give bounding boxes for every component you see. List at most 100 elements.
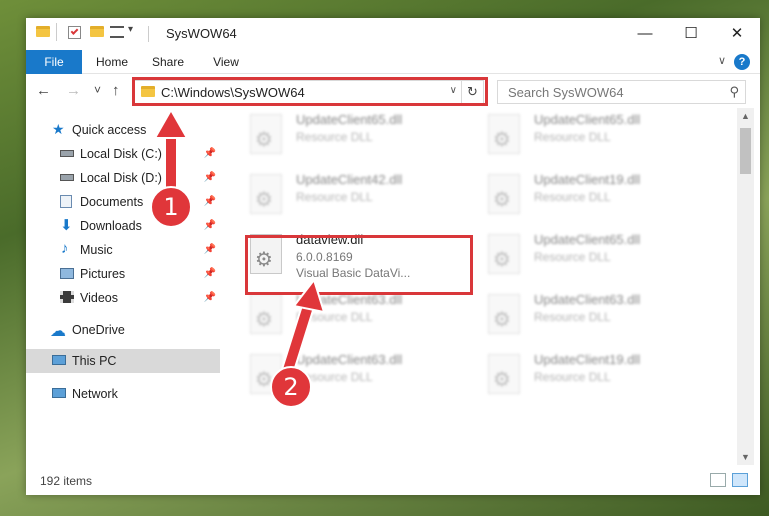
title-bar: ▾ SysWOW64 — ☐ ✕ — [26, 18, 760, 50]
sidebar-item-music[interactable]: ♪ Music 📌 — [26, 238, 220, 262]
dll-file-icon: ⚙ — [488, 114, 520, 154]
pin-icon[interactable]: 📌 — [204, 244, 216, 255]
tab-share[interactable]: Share — [142, 50, 194, 74]
star-icon: ★ — [52, 121, 65, 137]
sidebar-item-videos[interactable]: Videos 📌 — [26, 286, 220, 310]
file-item[interactable]: ⚙ UpdateClient19.dll Resource DLL — [482, 168, 712, 226]
scroll-up-icon[interactable]: ▲ — [737, 108, 754, 124]
details-view-icon[interactable] — [710, 473, 726, 487]
network-icon — [52, 388, 66, 398]
dll-file-icon: ⚙ — [488, 234, 520, 274]
sidebar-item-pictures[interactable]: Pictures 📌 — [26, 262, 220, 286]
minimize-button[interactable]: — — [622, 18, 668, 50]
sidebar-item-local-disk-d[interactable]: Local Disk (D:) 📌 — [26, 166, 220, 190]
sidebar-item-onedrive[interactable]: ☁ OneDrive — [26, 318, 220, 342]
sidebar-item-label: Music — [80, 243, 113, 257]
scrollbar-thumb[interactable] — [740, 128, 751, 174]
sidebar-item-label: Quick access — [72, 123, 147, 137]
pictures-icon — [60, 268, 74, 279]
close-button[interactable]: ✕ — [714, 18, 760, 50]
sidebar-item-label: Local Disk (C:) — [80, 147, 162, 161]
sidebar-item-downloads[interactable]: ⬇ Downloads 📌 — [26, 214, 220, 238]
toolbar-dropdown-icon[interactable]: ▾ — [128, 24, 133, 35]
file-item[interactable]: ⚙ UpdateClient65.dll Resource DLL — [482, 108, 712, 166]
navigation-pane: ★ Quick access Local Disk (C:) 📌 Local D… — [26, 108, 220, 465]
search-input[interactable]: Search SysWOW64 — [508, 85, 624, 100]
file-type: Resource DLL — [534, 190, 611, 204]
tab-home[interactable]: Home — [86, 50, 138, 74]
cloud-icon: ☁ — [50, 323, 66, 340]
pin-icon[interactable]: 📌 — [204, 292, 216, 303]
file-name: UpdateClient65.dll — [534, 112, 641, 127]
ribbon-tabs: File Home Share View ∨ ? — [26, 50, 760, 74]
drive-icon — [60, 150, 74, 157]
sidebar-item-label: Pictures — [80, 267, 126, 281]
address-highlight — [132, 77, 488, 106]
file-item[interactable]: ⚙ UpdateClient63.dll Resource DLL — [244, 288, 474, 346]
sidebar-item-label: Local Disk (D:) — [80, 171, 162, 185]
sidebar-item-quick-access[interactable]: ★ Quick access — [26, 118, 220, 142]
file-name: UpdateClient65.dll — [534, 232, 641, 247]
expand-ribbon-icon[interactable]: ∨ — [718, 54, 726, 67]
title-divider — [56, 23, 57, 41]
up-button[interactable]: ↑ — [112, 82, 120, 99]
pin-icon[interactable]: 📌 — [204, 220, 216, 231]
dll-file-icon: ⚙ — [488, 294, 520, 334]
file-type: Resource DLL — [296, 190, 373, 204]
large-icons-view-icon[interactable] — [732, 473, 748, 487]
file-type: Resource DLL — [296, 130, 373, 144]
file-item[interactable]: ⚙ UpdateClient65.dll Resource DLL — [244, 108, 474, 166]
sidebar-item-label: Downloads — [80, 219, 142, 233]
search-icon[interactable]: ⚲ — [729, 84, 739, 100]
forward-button[interactable]: → — [66, 82, 81, 99]
sidebar-item-label: This PC — [72, 354, 117, 368]
file-type: Resource DLL — [534, 310, 611, 324]
file-type: Resource DLL — [296, 310, 373, 324]
sidebar-item-label: Videos — [80, 291, 118, 305]
sidebar-item-label: OneDrive — [72, 323, 125, 337]
file-item[interactable]: ⚙ UpdateClient42.dll Resource DLL — [244, 168, 474, 226]
sidebar-item-network[interactable]: Network — [26, 382, 220, 406]
tab-file[interactable]: File — [26, 50, 82, 74]
dll-file-icon: ⚙ — [488, 174, 520, 214]
sidebar-item-this-pc[interactable]: This PC — [26, 349, 220, 373]
file-name: UpdateClient19.dll — [534, 352, 641, 367]
file-name: UpdateClient19.dll — [534, 172, 641, 187]
sidebar-item-local-disk-c[interactable]: Local Disk (C:) 📌 — [26, 142, 220, 166]
maximize-button[interactable]: ☐ — [668, 18, 714, 50]
music-icon: ♪ — [61, 240, 69, 257]
recent-locations-button[interactable]: ˅ — [94, 83, 101, 97]
customize-toolbar-icon[interactable] — [110, 26, 124, 38]
help-icon[interactable]: ? — [734, 54, 750, 70]
file-item[interactable]: ⚙ UpdateClient65.dll Resource DLL — [482, 228, 712, 286]
dll-file-icon: ⚙ — [488, 354, 520, 394]
file-name: UpdateClient63.dll — [534, 292, 641, 307]
dll-file-icon: ⚙ — [250, 174, 282, 214]
file-highlight — [245, 235, 473, 295]
title-separator — [148, 26, 149, 42]
window-title: SysWOW64 — [166, 26, 237, 41]
computer-icon — [52, 355, 66, 365]
pin-icon[interactable]: 📌 — [204, 196, 216, 207]
item-count: 192 items — [40, 474, 93, 488]
file-item[interactable]: ⚙ UpdateClient19.dll Resource DLL — [482, 348, 712, 406]
vertical-scrollbar[interactable]: ▲ ▼ — [737, 108, 754, 465]
back-button[interactable]: ← — [36, 82, 51, 99]
file-type: Resource DLL — [534, 130, 611, 144]
pin-icon[interactable]: 📌 — [204, 268, 216, 279]
file-item[interactable]: ⚙ UpdateClient63.dll Resource DLL — [482, 288, 712, 346]
scroll-down-icon[interactable]: ▼ — [737, 449, 754, 465]
pin-icon[interactable]: 📌 — [204, 172, 216, 183]
downloads-icon: ⬇ — [60, 217, 73, 234]
pin-icon[interactable]: 📌 — [204, 148, 216, 159]
tab-view[interactable]: View — [200, 50, 252, 74]
file-name: UpdateClient65.dll — [296, 112, 403, 127]
search-box[interactable]: Search SysWOW64 ⚲ — [497, 80, 746, 104]
sidebar-item-label: Network — [72, 387, 118, 401]
file-type: Resource DLL — [534, 250, 611, 264]
properties-icon[interactable] — [68, 26, 81, 39]
file-type: Resource DLL — [534, 370, 611, 384]
videos-icon — [60, 291, 74, 303]
dll-file-icon: ⚙ — [250, 294, 282, 334]
new-folder-icon[interactable] — [90, 26, 104, 37]
